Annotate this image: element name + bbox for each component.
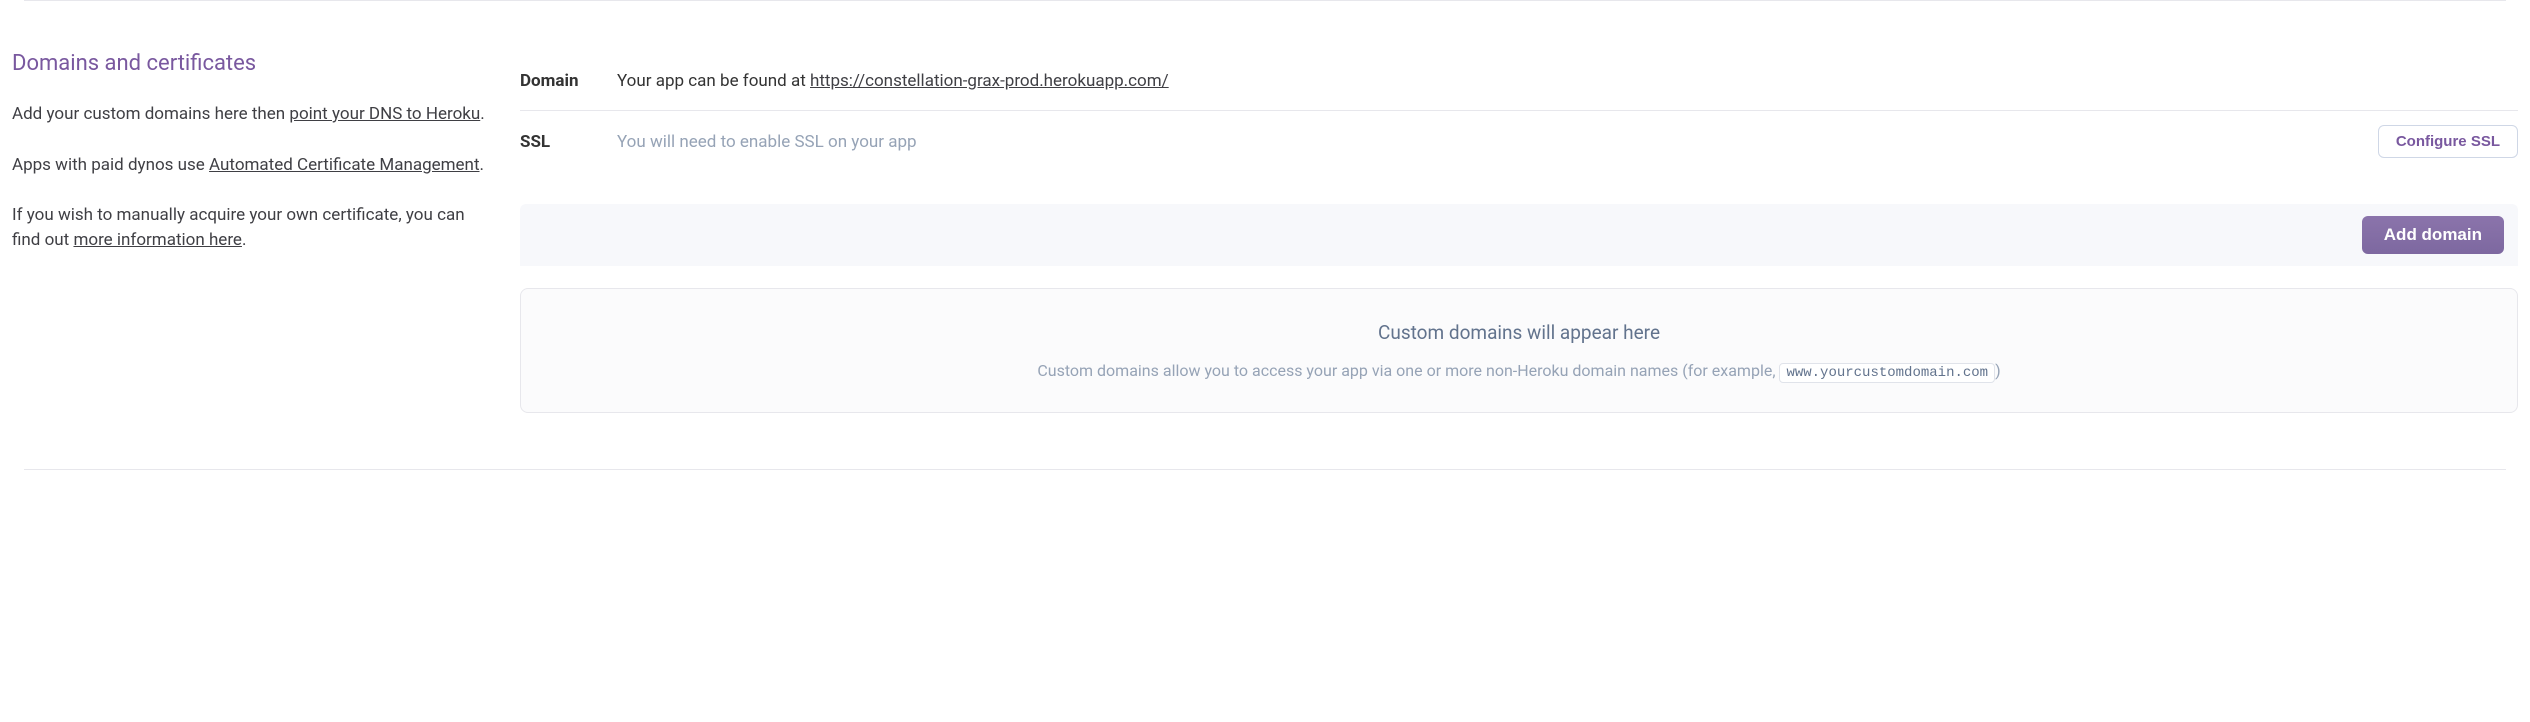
domain-row-text: Your app can be found at	[617, 71, 810, 91]
domains-certificates-section: Domains and certificates Add your custom…	[12, 1, 2518, 469]
domain-row: Domain Your app can be found at https://…	[520, 51, 2518, 111]
section-bottom-divider	[24, 469, 2506, 470]
app-url-link[interactable]: https://constellation-grax-prod.herokuap…	[810, 71, 1169, 91]
sidebar-para-1-tail: .	[480, 104, 484, 124]
configure-ssl-button[interactable]: Configure SSL	[2378, 125, 2518, 158]
sidebar-para-1: Add your custom domains here then point …	[12, 102, 490, 127]
sidebar-description: Domains and certificates Add your custom…	[12, 51, 520, 413]
more-info-link[interactable]: more information here	[73, 230, 241, 250]
add-domain-button[interactable]: Add domain	[2362, 216, 2504, 254]
acm-link[interactable]: Automated Certificate Management	[209, 155, 479, 175]
empty-desc-a: Custom domains allow you to access your …	[1037, 361, 1779, 380]
ssl-row-label: SSL	[520, 132, 617, 152]
domain-row-label: Domain	[520, 71, 617, 91]
main-panel: Domain Your app can be found at https://…	[520, 51, 2518, 413]
ssl-row: SSL You will need to enable SSL on your …	[520, 111, 2518, 172]
sidebar-para-3: If you wish to manually acquire your own…	[12, 203, 490, 252]
sidebar-para-1-text: Add your custom domains here then	[12, 104, 289, 124]
point-dns-link[interactable]: point your DNS to Heroku	[289, 104, 480, 124]
empty-state-title: Custom domains will appear here	[551, 321, 2487, 344]
empty-desc-b: )	[1995, 361, 2001, 380]
sidebar-para-2-text: Apps with paid dynos use	[12, 155, 209, 175]
empty-state-description: Custom domains allow you to access your …	[551, 358, 2487, 384]
sidebar-para-2: Apps with paid dynos use Automated Certi…	[12, 153, 490, 178]
ssl-row-text: You will need to enable SSL on your app	[617, 132, 2378, 152]
sidebar-para-2-tail: .	[480, 155, 484, 175]
custom-domains-empty-state: Custom domains will appear here Custom d…	[520, 288, 2518, 413]
example-domain-code: www.yourcustomdomain.com	[1779, 363, 1995, 383]
add-domain-bar: Add domain	[520, 204, 2518, 266]
section-title: Domains and certificates	[12, 51, 490, 76]
domain-row-body: Your app can be found at https://constel…	[617, 71, 2518, 91]
sidebar-para-3-tail: .	[242, 230, 246, 250]
